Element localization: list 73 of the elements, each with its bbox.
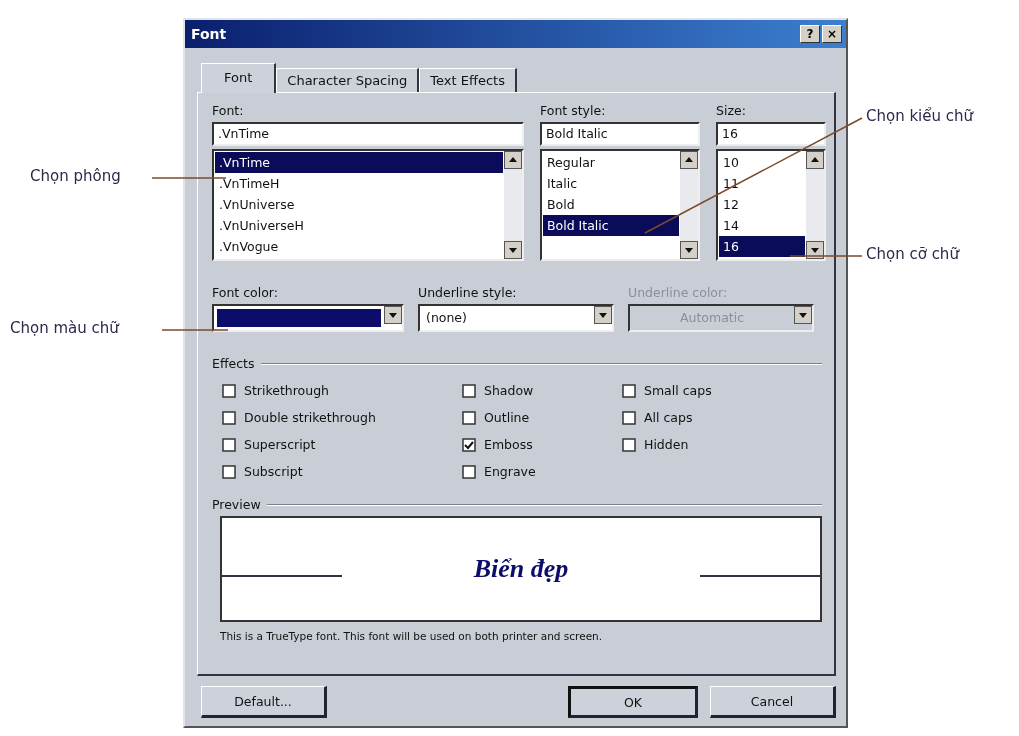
checkbox-label: Double strikethrough [244, 410, 376, 425]
scroll-down-icon[interactable] [680, 241, 698, 259]
list-item[interactable]: .VnVogue [215, 236, 503, 257]
list-item[interactable]: Bold Italic [543, 215, 679, 236]
checkbox[interactable] [622, 383, 636, 398]
font-note: This is a TrueType font. This font will be used on both printer and screen. [220, 630, 604, 642]
checkbox[interactable] [462, 437, 476, 452]
field-label: Font: [212, 103, 245, 118]
list-item[interactable]: 10 [719, 152, 805, 173]
checkbox[interactable] [222, 383, 236, 398]
tab[interactable]: Character Spacing [276, 68, 420, 92]
list-item[interactable]: .VnUniverse [215, 194, 503, 215]
callout-label: Chọn màu chữ [10, 319, 119, 337]
checkbox-label: Subscript [244, 464, 303, 479]
list-box[interactable]: Regular Italic Bold Bold Italic [540, 149, 700, 261]
text-field[interactable]: 16 [716, 122, 826, 146]
list-item[interactable]: .VnUniverseH [215, 215, 503, 236]
callout-label: Chọn kiểu chữ [866, 107, 974, 125]
text-field[interactable]: Bold Italic [540, 122, 700, 146]
scroll-up-icon[interactable] [806, 151, 824, 169]
checkbox-label: Outline [484, 410, 530, 425]
list-item[interactable]: Italic [543, 173, 679, 194]
dropdown[interactable]: (none) [418, 304, 614, 332]
list-item[interactable]: 14 [719, 215, 805, 236]
list-item[interactable]: .VnTimeH [215, 173, 503, 194]
scroll-up-icon[interactable] [680, 151, 698, 169]
checkbox-label: Emboss [484, 437, 533, 452]
window-title: Font [191, 26, 227, 42]
field-label: Underline color: [628, 285, 729, 300]
leader-line [161, 329, 229, 331]
checkbox[interactable] [462, 464, 476, 479]
checkbox[interactable] [462, 383, 476, 398]
checkbox-label: Superscript [244, 437, 316, 452]
checkbox-label: Small caps [644, 383, 712, 398]
help-button[interactable]: ? [800, 25, 820, 43]
color-dropdown[interactable] [212, 304, 404, 332]
checkbox-label: Hidden [644, 437, 689, 452]
tab[interactable]: Font [201, 63, 277, 93]
checkbox[interactable] [622, 437, 636, 452]
scroll-down-icon[interactable] [504, 241, 522, 259]
checkbox[interactable] [462, 410, 476, 425]
dialog-button[interactable]: Default... [201, 686, 327, 718]
checkbox-label: Strikethrough [244, 383, 330, 398]
checkbox[interactable] [222, 437, 236, 452]
dialog-button[interactable]: Cancel [710, 686, 836, 718]
scroll-up-icon[interactable] [504, 151, 522, 169]
close-button[interactable]: × [822, 25, 842, 43]
group-title: Effects [212, 356, 255, 371]
group-title: Preview [212, 497, 261, 512]
field-label: Underline style: [418, 285, 518, 300]
field-label: Font color: [212, 285, 279, 300]
callout-label: Chọn cỡ chữ [866, 245, 959, 263]
checkbox[interactable] [622, 410, 636, 425]
checkbox-label: All caps [644, 410, 693, 425]
tab[interactable]: Text Effects [419, 68, 517, 92]
list-box[interactable]: 10 11 12 14 16 [716, 149, 826, 261]
list-item[interactable]: .VnTime [215, 152, 503, 173]
list-box[interactable]: .VnTime .VnTimeH .VnUniverse .VnUniverseH .VnVogue [212, 149, 524, 261]
checkbox[interactable] [222, 410, 236, 425]
list-item[interactable]: 16 [719, 236, 805, 257]
field-label: Size: [716, 103, 747, 118]
list-item[interactable]: 12 [719, 194, 805, 215]
checkbox-label: Shadow [484, 383, 534, 398]
list-item[interactable]: 11 [719, 173, 805, 194]
callout-label: Chọn phông [30, 167, 121, 185]
checkbox-label: Engrave [484, 464, 536, 479]
list-item[interactable]: Regular [543, 152, 679, 173]
checkbox[interactable] [222, 464, 236, 479]
list-item[interactable]: Bold [543, 194, 679, 215]
field-label: Font style: [540, 103, 607, 118]
dialog-button[interactable]: OK [568, 686, 698, 718]
text-field[interactable]: .VnTime [212, 122, 524, 146]
preview-text: Biển đẹp [472, 554, 570, 584]
